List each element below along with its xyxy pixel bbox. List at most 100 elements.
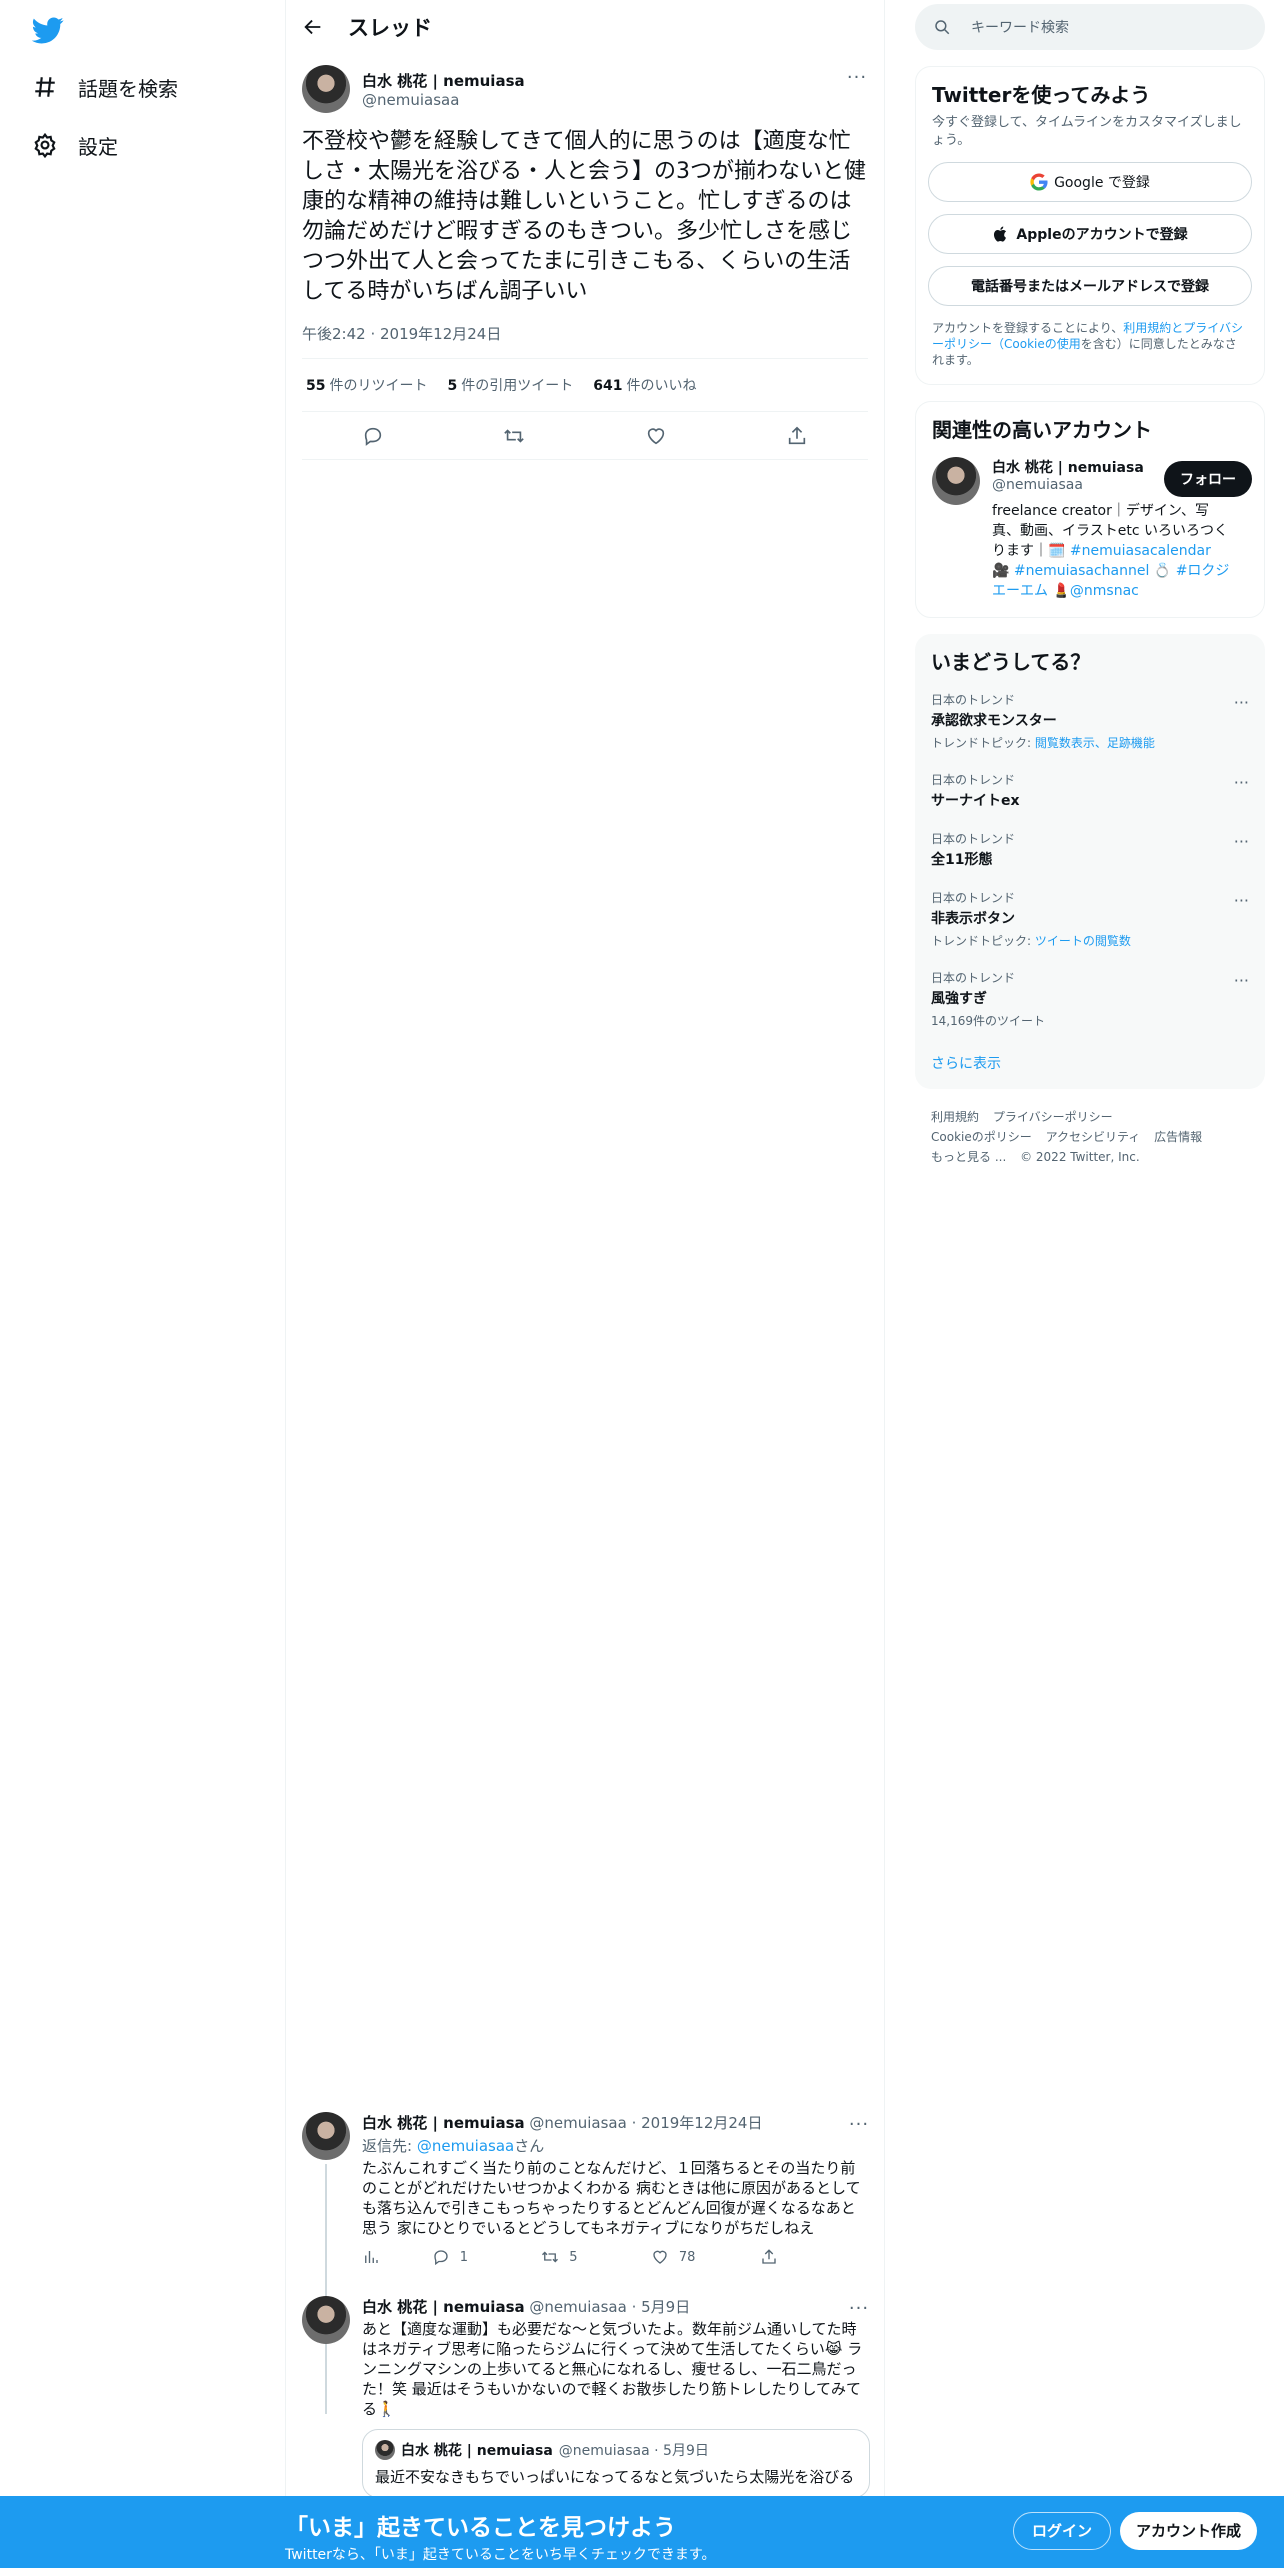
footer-link[interactable]: 利用規約 — [931, 1110, 979, 1124]
handle-date[interactable]: @nemuiasaa · 5月9日 — [529, 2298, 690, 2316]
gear-icon — [32, 132, 58, 158]
quoted-tweet[interactable]: 白水 桃花 | nemuiasa @nemuiasaa · 5月9日 最近不安な… — [362, 2429, 870, 2498]
quote-text: 最近不安なきもちでいっぱいになってるなと気づいたら太陽光を浴びる — [375, 2468, 855, 2486]
share-icon — [762, 2249, 777, 2264]
signup-subtitle: 今すぐ登録して、タイムラインをカスタマイズしましょう。 — [932, 115, 1242, 148]
reply-icon — [434, 2250, 448, 2266]
bottom-bar-title: 「いま」起きていることを見つけよう — [285, 2515, 676, 2541]
follow-button[interactable]: フォロー — [1164, 461, 1252, 497]
left-nav: 話題を検索 設定 — [0, 0, 285, 2568]
author-name[interactable]: 白水 桃花 | nemuiasa — [362, 2114, 525, 2132]
copyright: © 2022 Twitter, Inc. — [1020, 1150, 1140, 1164]
more-options-icon[interactable]: ··· — [1234, 832, 1249, 851]
avatar[interactable] — [302, 2296, 350, 2344]
nav-explore-label: 話題を検索 — [78, 76, 178, 101]
author-handle[interactable]: @nemuiasaa — [362, 91, 525, 109]
reply-to-link[interactable]: @nemuiasaa — [417, 2137, 514, 2155]
page-title: スレッド — [348, 15, 432, 40]
reply-tweet[interactable]: 白水 桃花 | nemuiasa @nemuiasaa · 2019年12月24… — [286, 2112, 886, 2414]
trend-item[interactable]: 日本のトレンド 全11形態 ··· — [915, 820, 1265, 879]
footer-link[interactable]: Cookieのポリシー — [931, 1130, 1032, 1144]
handle-date[interactable]: @nemuiasaa · 2019年12月24日 — [529, 2114, 762, 2132]
tweet-actions — [302, 412, 868, 460]
analytics-button[interactable] — [362, 2248, 432, 2266]
tweet-text: あと【適度な運動】も必要だな〜と気づいたよ。数年前ジム通いしてた時はネガティブ思… — [362, 2320, 863, 2418]
right-sidebar: キーワード検索 Twitterを使ってみよう 今すぐ登録して、タイムラインをカス… — [915, 0, 1265, 1185]
nav-settings[interactable]: 設定 — [32, 123, 118, 167]
account-item[interactable]: 白水 桃花 | nemuiasa @nemuiasaa フォロー freelan… — [916, 443, 1264, 617]
signup-button[interactable]: アカウント作成 — [1120, 2512, 1258, 2550]
retweet-button[interactable]: 5 — [541, 2248, 651, 2266]
quote-author-name: 白水 桃花 | nemuiasa — [401, 2443, 553, 2459]
quote-count[interactable]: 5 件の引用ツイート — [447, 375, 573, 395]
signup-legal: アカウントを登録することにより、利用規約とプライバシーポリシー（Cookieの使… — [932, 321, 1244, 367]
trends-card: いまどうしてる？ 日本のトレンド 承認欲求モンスター トレンドトピック: 閲覧数… — [915, 634, 1265, 1089]
like-icon[interactable] — [645, 425, 667, 447]
search-placeholder: キーワード検索 — [971, 20, 1069, 36]
footer-link[interactable]: 広告情報 — [1154, 1130, 1202, 1144]
footer-link[interactable]: プライバシーポリシー — [993, 1110, 1113, 1124]
avatar[interactable] — [302, 65, 350, 113]
google-signup-button[interactable]: Google で登録 — [928, 162, 1252, 202]
login-button[interactable]: ログイン — [1013, 2512, 1112, 2550]
trend-item[interactable]: 日本のトレンド サーナイトex ··· — [915, 761, 1265, 820]
google-icon — [1030, 173, 1048, 191]
trends-title: いまどうしてる？ — [931, 650, 1091, 674]
more-options-icon[interactable]: ··· — [846, 67, 868, 89]
share-icon[interactable] — [786, 425, 808, 447]
tweet-timestamp[interactable]: 午後2:42 · 2019年12月24日 — [302, 323, 868, 359]
reply-to: 返信先: @nemuiasaaさん — [362, 2137, 545, 2155]
like-count[interactable]: 641 件のいいね — [593, 375, 696, 395]
trend-item[interactable]: 日本のトレンド 承認欲求モンスター トレンドトピック: 閲覧数表示、足跡機能 ·… — [915, 681, 1265, 761]
retweet-count[interactable]: 55 件のリツイート — [306, 375, 427, 395]
more-options-icon[interactable]: ··· — [1234, 693, 1249, 712]
more-options-icon[interactable]: ··· — [1234, 891, 1249, 910]
more-options-icon[interactable]: ··· — [848, 2298, 870, 2320]
relevant-title: 関連性の高いアカウント — [932, 418, 1152, 442]
account-bio: freelance creator｜デザイン、写真、動画、イラストetc いろい… — [992, 503, 1230, 599]
signup-title: Twitterを使ってみよう — [932, 83, 1151, 107]
search-icon — [935, 20, 950, 35]
avatar[interactable] — [932, 457, 980, 505]
reply-tweet[interactable]: 白水 桃花 | nemuiasa @nemuiasaa · 5月9日 ··· あ… — [286, 2296, 886, 2498]
share-button[interactable] — [760, 2248, 870, 2266]
trend-item[interactable]: 日本のトレンド 非表示ボタン トレンドトピック: ツイートの閲覧数 ··· — [915, 879, 1265, 959]
author-name[interactable]: 白水 桃花 | nemuiasa — [362, 70, 525, 91]
tweet-text: 不登校や鬱を経験してきて個人的に思うのは【適度な忙しさ・太陽光を浴びる・人と会う… — [302, 129, 866, 304]
avatar — [375, 2440, 395, 2460]
relevant-accounts-card: 関連性の高いアカウント 白水 桃花 | nemuiasa @nemuiasaa … — [915, 401, 1265, 618]
footer: 利用規約 プライバシーポリシー Cookieのポリシー アクセシビリティ 広告情… — [915, 1089, 1265, 1185]
tweet-stats: 55 件のリツイート 5 件の引用ツイート 641 件のいいね — [302, 359, 868, 412]
reply-button[interactable]: 1 — [432, 2248, 542, 2266]
nav-explore[interactable]: 話題を検索 — [32, 65, 178, 109]
show-more-link[interactable]: さらに表示 — [915, 1039, 1265, 1089]
thread-header: スレッド — [286, 0, 884, 53]
tweet-text: たぶんこれすごく当たり前のことなんだけど、１回落ちるとその当たり前のことがどれだ… — [362, 2159, 861, 2237]
hashtag-icon — [32, 74, 58, 100]
signup-card: Twitterを使ってみよう 今すぐ登録して、タイムラインをカスタマイズしましょ… — [915, 66, 1265, 385]
more-options-icon[interactable]: ··· — [1234, 773, 1249, 792]
tweet-actions: 1 5 78 — [362, 2248, 870, 2266]
author-name[interactable]: 白水 桃花 | nemuiasa — [362, 2298, 525, 2316]
search-input[interactable]: キーワード検索 — [915, 4, 1265, 50]
retweet-icon[interactable] — [503, 425, 525, 447]
hashtag-link[interactable]: #nemuiasacalendar — [1070, 543, 1211, 559]
apple-icon — [994, 226, 1007, 242]
more-options-icon[interactable]: ··· — [1234, 971, 1249, 990]
main-column: スレッド 白水 桃花 | nemuiasa @nemuiasaa ··· 不登校… — [285, 0, 885, 2568]
hashtag-link[interactable]: #nemuiasachannel — [1014, 563, 1149, 579]
twitter-logo-icon[interactable] — [32, 14, 64, 46]
trend-item[interactable]: 日本のトレンド 風強すぎ 14,169件のツイート ··· — [915, 959, 1265, 1039]
phone-email-signup-button[interactable]: 電話番号またはメールアドレスで登録 — [928, 266, 1252, 306]
reply-icon[interactable] — [362, 425, 384, 447]
back-arrow-icon[interactable] — [302, 16, 324, 38]
mention-link[interactable]: @nmsnac — [1070, 583, 1139, 599]
footer-link[interactable]: もっと見る ... — [931, 1150, 1006, 1164]
bottom-signup-bar: 「いま」起きていることを見つけよう Twitterなら、「いま」起きていることを… — [0, 2496, 1284, 2568]
footer-link[interactable]: アクセシビリティ — [1046, 1130, 1141, 1144]
like-button[interactable]: 78 — [651, 2248, 761, 2266]
more-options-icon[interactable]: ··· — [848, 2114, 870, 2136]
avatar[interactable] — [302, 2112, 350, 2160]
apple-signup-button[interactable]: Appleのアカウントで登録 — [928, 214, 1252, 254]
quote-handle-date: @nemuiasaa · 5月9日 — [558, 2443, 709, 2459]
